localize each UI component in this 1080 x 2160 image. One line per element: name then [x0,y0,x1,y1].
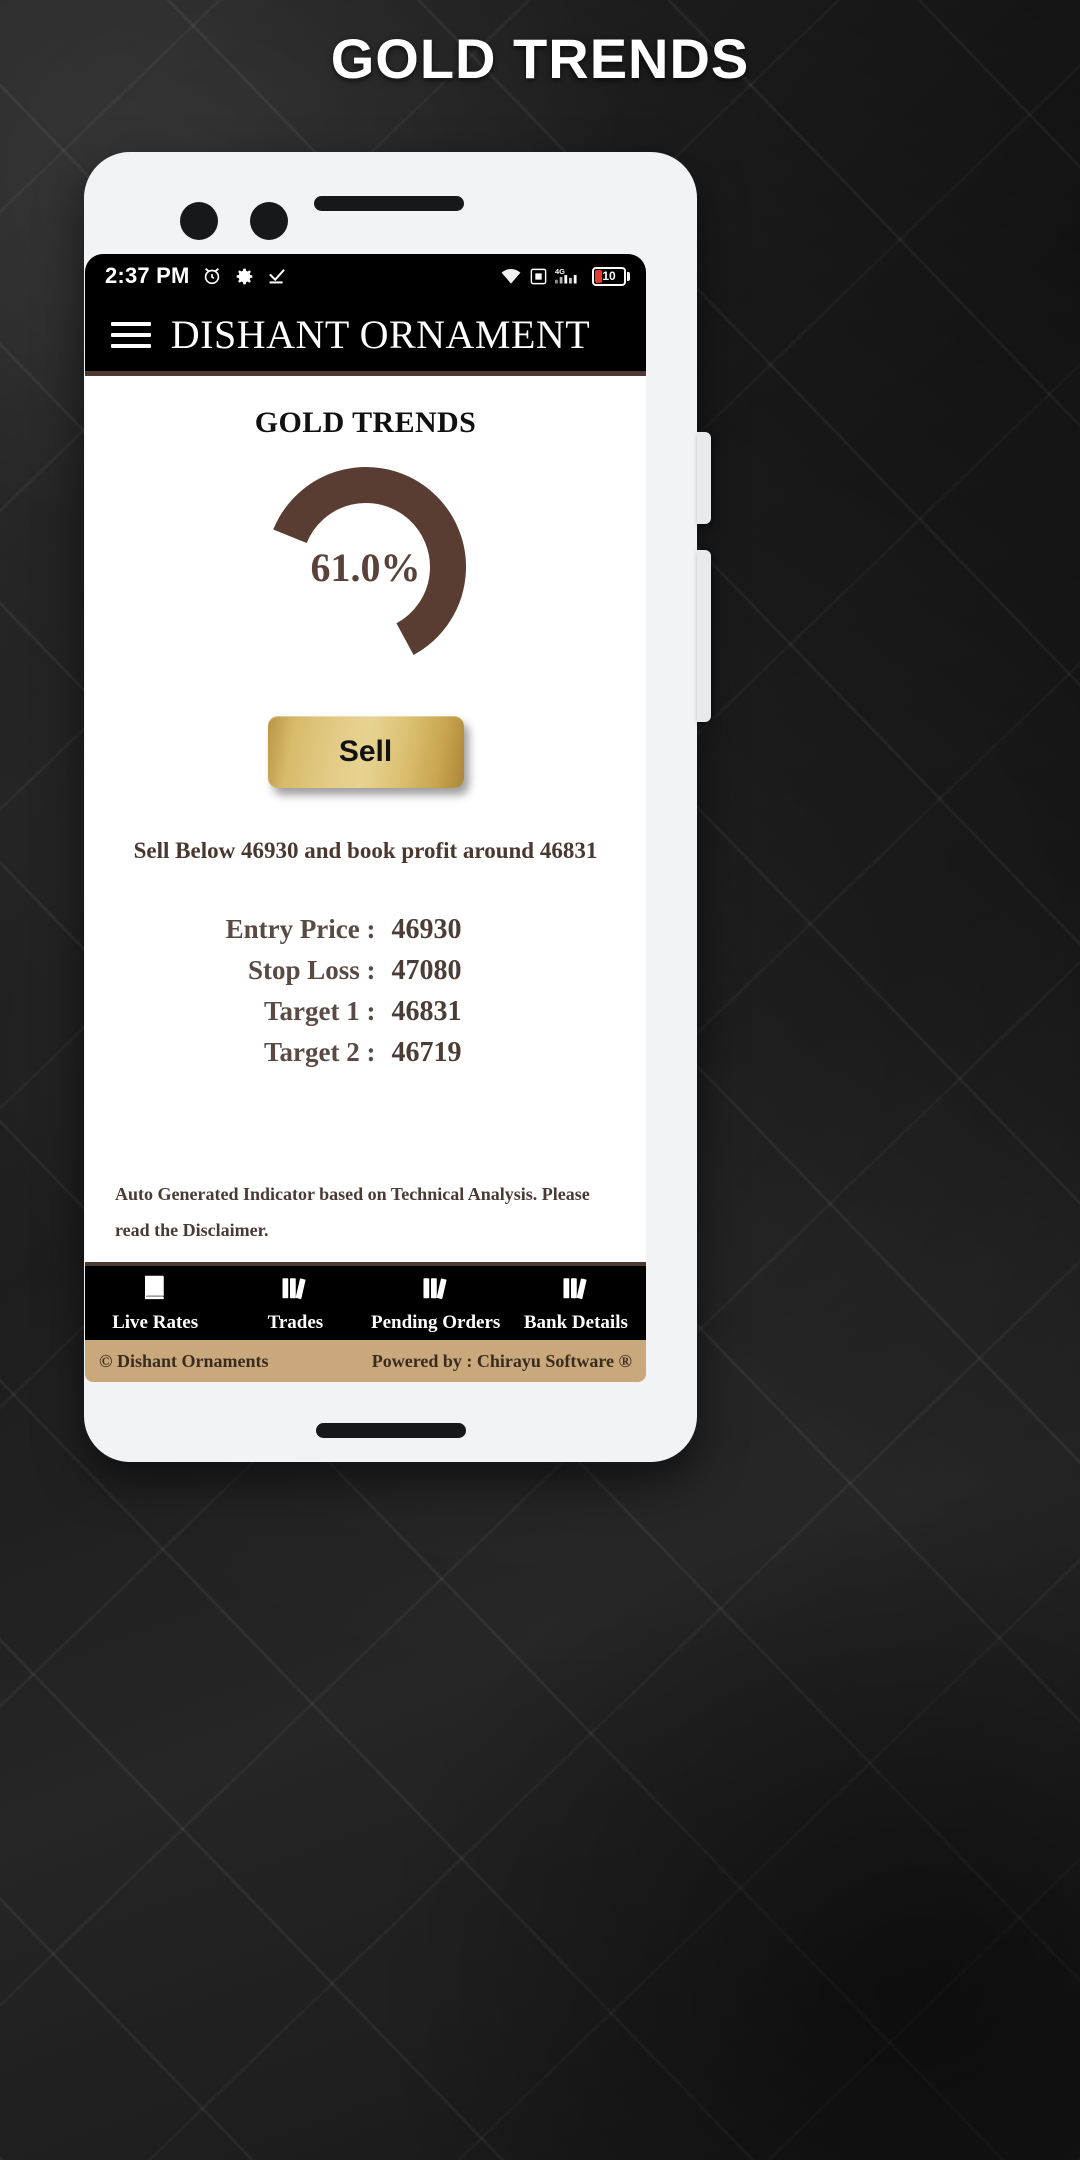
detail-row-entry-price: Entry Price : 46930 [85,914,646,946]
phone-side-button-power[interactable] [697,550,711,722]
books-icon [280,1272,310,1307]
gold-trend-gauge: 61.0% [261,462,471,672]
detail-label: Entry Price : [225,914,376,944]
detail-value: 47080 [391,955,462,986]
nav-label: Live Rates [112,1312,199,1333]
footer-copyright: © Dishant Ornaments [99,1350,269,1371]
book-icon [140,1272,170,1307]
detail-row-target-1: Target 1 : 46831 [85,996,646,1028]
signal-4g-icon: 4G [555,266,585,286]
battery-icon: 10 [592,266,630,286]
trade-details-list: Entry Price : 46930 Stop Loss : 47080 Ta… [85,914,646,1069]
advice-text: Sell Below 46930 and book profit around … [133,838,598,863]
detail-label: Stop Loss : [247,955,376,985]
nav-item-live-rates[interactable]: Live Rates [85,1266,225,1340]
nav-label: Bank Details [523,1312,628,1333]
sell-button[interactable]: Sell [267,716,464,788]
status-time: 2:37 PM [105,263,190,288]
disclaimer-line-2: read the Disclaimer. [115,1220,269,1240]
detail-label: Target 2 : [264,1037,376,1067]
phone-screen: 2:37 PM 4G 10 DISHANT ORNAMENT GOLD TREN… [85,254,646,1382]
app-title: DISHANT ORNAMENT [170,312,591,357]
books-icon [421,1272,451,1307]
phone-bezel-top [84,152,697,248]
phone-side-button-volume[interactable] [697,432,711,524]
battery-level: 10 [602,269,616,283]
nav-item-bank-details[interactable]: Bank Details [506,1266,646,1340]
page-title: GOLD TRENDS [330,27,750,90]
detail-value: 46831 [391,996,462,1027]
svg-text:4G: 4G [555,267,565,276]
books-icon [561,1272,591,1307]
wifi-icon [500,267,522,285]
nav-item-pending-orders[interactable]: Pending Orders [366,1266,506,1340]
check-icon [266,265,288,287]
detail-row-target-2: Target 2 : 46719 [85,1037,646,1069]
phone-mockup: 2:37 PM 4G 10 DISHANT ORNAMENT GOLD TREN… [84,152,711,1462]
nav-item-trades[interactable]: Trades [225,1266,365,1340]
section-title: GOLD TRENDS [254,406,477,439]
bottom-navigation: Live Rates Trades Pending Orders Bank De… [85,1262,646,1340]
sensor-icon [250,202,288,240]
gauge-value-label: 61.0% [310,544,421,590]
front-camera-icon [180,202,218,240]
detail-label: Target 1 : [264,996,376,1026]
status-bar: 2:37 PM 4G 10 [85,254,646,298]
detail-row-stop-loss: Stop Loss : 47080 [85,955,646,987]
detail-value: 46719 [391,1037,462,1068]
detail-value: 46930 [391,914,462,945]
main-content: GOLD TRENDS 61.0% Sell Sell Below 46930 … [85,376,646,1262]
nav-label: Pending Orders [370,1312,501,1333]
hamburger-icon[interactable] [111,321,151,348]
alarm-icon [201,265,223,287]
footer-powered-by: Powered by : Chirayu Software ® [371,1350,632,1371]
screenshot-icon [529,267,548,286]
status-bar-left: 2:37 PM [105,263,288,289]
disclaimer-line-1: Auto Generated Indicator based on Techni… [115,1184,590,1204]
earpiece-speaker [314,196,464,211]
phone-home-indicator [315,1423,466,1438]
disclaimer-text: Auto Generated Indicator based on Techni… [85,1176,646,1248]
status-bar-right: 4G 10 [500,266,630,286]
app-bar: DISHANT ORNAMENT [85,298,646,376]
gear-icon [234,266,255,287]
nav-label: Trades [267,1312,324,1333]
footer-bar: © Dishant Ornaments Powered by : Chirayu… [85,1340,646,1382]
